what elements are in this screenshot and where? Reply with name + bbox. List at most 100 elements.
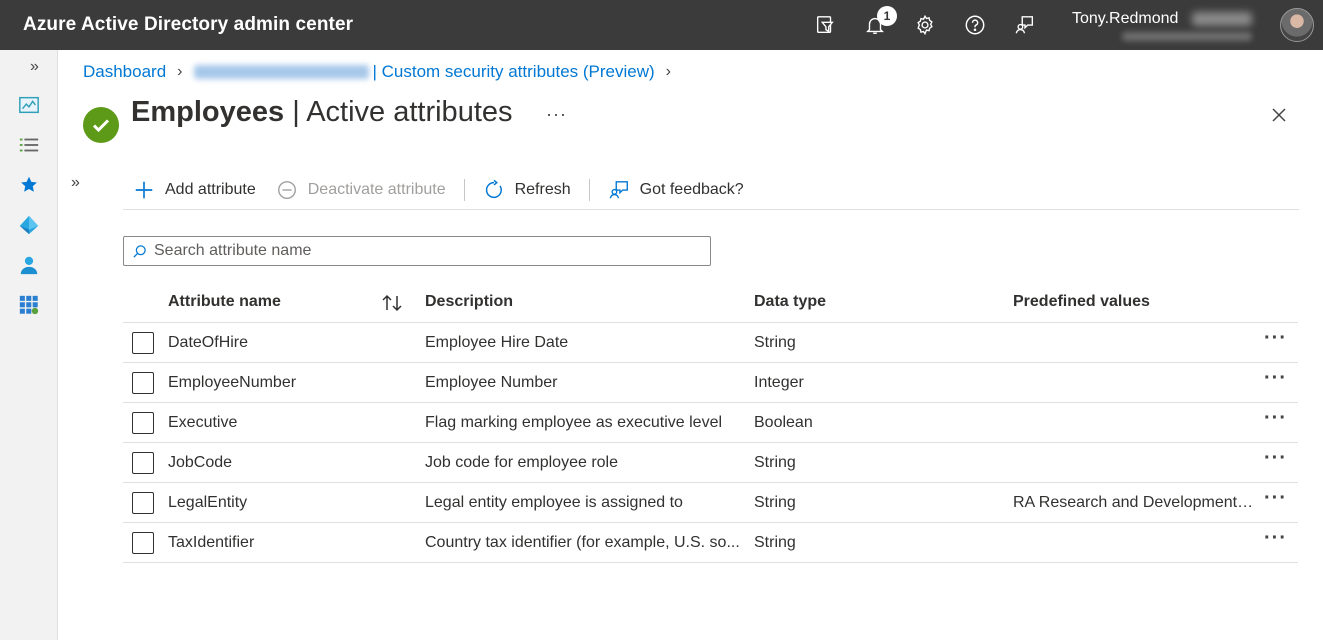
table-row[interactable]: DateOfHire Employee Hire Date String ···: [123, 323, 1298, 363]
row-more-icon[interactable]: ···: [1264, 367, 1287, 390]
description-cell: Legal entity employee is assigned to: [425, 494, 683, 511]
avatar[interactable]: [1280, 8, 1314, 42]
data-type-cell: String: [754, 534, 796, 551]
gear-icon: [917, 14, 933, 36]
attribute-name-cell: JobCode: [168, 454, 233, 471]
breadcrumb-custom-security-attributes[interactable]: | Custom security attributes (Preview): [373, 62, 655, 82]
description-cell: Employee Number: [425, 374, 558, 391]
data-type-cell: Integer: [754, 374, 804, 391]
page-title-view: | Active attributes: [284, 96, 513, 128]
deactivate-attribute-label: Deactivate attribute: [307, 180, 446, 198]
row-checkbox[interactable]: [132, 332, 154, 354]
row-checkbox[interactable]: [132, 372, 154, 394]
chevron-right-icon: ›: [665, 63, 671, 80]
feedback-button[interactable]: [1000, 0, 1050, 50]
dashboard-icon: [19, 96, 39, 114]
search-input[interactable]: [154, 242, 694, 260]
page-title: Employees | Active attributes: [131, 96, 513, 129]
feedback-icon: [609, 180, 628, 198]
attribute-name-cell: DateOfHire: [168, 334, 249, 351]
expand-menu-icon[interactable]: »: [71, 174, 80, 192]
table-row[interactable]: LegalEntity Legal entity employee is ass…: [123, 483, 1298, 523]
redacted-tenant-name[interactable]: [193, 65, 369, 79]
table-row[interactable]: EmployeeNumber Employee Number Integer ·…: [123, 363, 1298, 403]
data-type-cell: String: [754, 494, 796, 511]
column-header-description[interactable]: Description: [425, 293, 513, 311]
plus-icon: [135, 181, 153, 198]
app-title[interactable]: Azure Active Directory admin center: [23, 14, 353, 36]
checkmark-icon: [92, 119, 110, 133]
help-icon: [965, 15, 985, 35]
breadcrumb: Dashboard › | Custom security attributes…: [83, 62, 682, 82]
column-header-data-type[interactable]: Data type: [754, 293, 826, 311]
table-header: Attribute name Description Data type Pre…: [123, 283, 1298, 323]
search-box[interactable]: [123, 236, 711, 266]
left-nav-rail: »: [0, 50, 58, 640]
row-more-icon[interactable]: ···: [1264, 527, 1287, 550]
description-cell: Flag marking employee as executive level: [425, 414, 723, 431]
data-type-cell: String: [754, 454, 796, 471]
nav-favorites[interactable]: [14, 170, 44, 200]
page-title-set: Employees: [131, 96, 285, 128]
toolbar-divider: [463, 178, 465, 201]
all-services-icon: [19, 138, 39, 152]
close-icon: [1272, 108, 1286, 122]
settings-button[interactable]: [900, 0, 950, 50]
more-options-button[interactable]: ···: [546, 104, 567, 125]
row-checkbox[interactable]: [132, 452, 154, 474]
row-checkbox[interactable]: [132, 532, 154, 554]
nav-enterprise-apps[interactable]: [14, 290, 44, 320]
active-status-icon: [83, 107, 119, 143]
feedback-label: Got feedback?: [639, 180, 744, 198]
breadcrumb-dashboard[interactable]: Dashboard: [83, 62, 166, 82]
nav-azure-ad[interactable]: [14, 210, 44, 240]
feedback-icon: [1015, 16, 1034, 34]
add-attribute-label: Add attribute: [165, 180, 256, 198]
favorites-star-icon: [21, 176, 37, 192]
predefined-values-cell: RA Research and Development, ...: [1013, 494, 1256, 511]
attribute-name-cell: TaxIdentifier: [168, 534, 255, 551]
top-bar: Azure Active Directory admin center 1 To…: [0, 0, 1323, 50]
azure-ad-icon: [19, 215, 39, 235]
notifications-button[interactable]: 1: [850, 0, 900, 50]
attribute-name-cell: LegalEntity: [168, 494, 248, 511]
deactivate-icon: [277, 180, 296, 199]
column-header-predefined-values[interactable]: Predefined values: [1013, 293, 1150, 311]
table-row[interactable]: TaxIdentifier Country tax identifier (fo…: [123, 523, 1298, 563]
help-button[interactable]: [950, 0, 1000, 50]
filter-feedback-icon: [816, 16, 834, 34]
top-bar-icons: 1: [800, 0, 1050, 50]
description-cell: Country tax identifier (for example, U.S…: [425, 534, 740, 551]
table-row[interactable]: Executive Flag marking employee as execu…: [123, 403, 1298, 443]
redacted-name: [1192, 12, 1252, 26]
attribute-name-cell: Executive: [168, 414, 238, 431]
attributes-table: Attribute name Description Data type Pre…: [123, 283, 1298, 563]
row-more-icon[interactable]: ···: [1264, 327, 1287, 350]
data-type-cell: Boolean: [754, 414, 813, 431]
refresh-label: Refresh: [514, 180, 571, 198]
row-more-icon[interactable]: ···: [1264, 407, 1287, 430]
directory-filter-button[interactable]: [800, 0, 850, 50]
nav-users[interactable]: [14, 250, 44, 280]
expand-nav-icon[interactable]: »: [30, 58, 39, 76]
row-checkbox[interactable]: [132, 412, 154, 434]
command-bar: Add attribute Deactivate attribute Refre…: [123, 170, 1299, 210]
column-header-attribute-name[interactable]: Attribute name: [168, 293, 281, 311]
data-type-cell: String: [754, 334, 796, 351]
close-button[interactable]: [1265, 101, 1293, 129]
redacted-tenant: [1122, 32, 1252, 41]
deactivate-attribute-button[interactable]: Deactivate attribute: [266, 172, 456, 208]
feedback-toolbar-button[interactable]: Got feedback?: [598, 172, 754, 208]
table-row[interactable]: JobCode Job code for employee role Strin…: [123, 443, 1298, 483]
refresh-button[interactable]: Refresh: [473, 172, 581, 208]
description-cell: Employee Hire Date: [425, 334, 569, 351]
nav-all-services[interactable]: [14, 130, 44, 160]
nav-dashboard[interactable]: [14, 90, 44, 120]
sort-icon[interactable]: [381, 293, 403, 313]
account-menu[interactable]: Tony.Redmond: [1072, 0, 1322, 50]
row-checkbox[interactable]: [132, 492, 154, 514]
row-more-icon[interactable]: ···: [1264, 487, 1287, 510]
notification-badge: 1: [877, 6, 897, 26]
add-attribute-button[interactable]: Add attribute: [123, 172, 266, 208]
row-more-icon[interactable]: ···: [1264, 447, 1287, 470]
